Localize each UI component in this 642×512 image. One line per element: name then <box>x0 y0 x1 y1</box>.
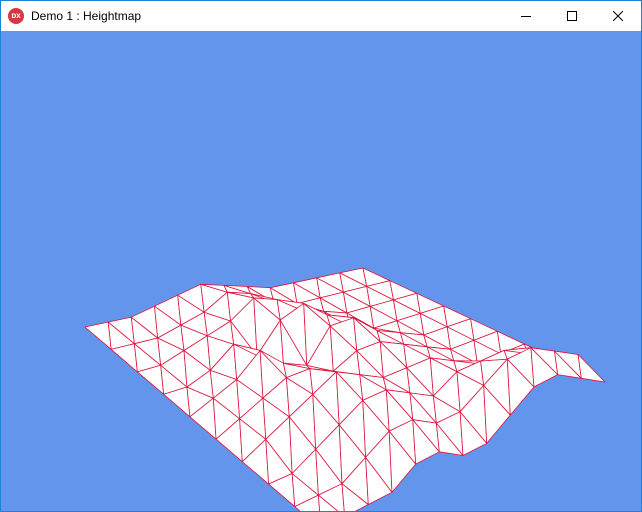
title-bar[interactable]: DX Demo 1 : Heightmap <box>1 1 641 31</box>
maximize-button[interactable] <box>549 1 595 31</box>
window-controls <box>503 1 641 31</box>
terrain-mesh <box>84 267 606 511</box>
heightmap-terrain <box>84 267 606 511</box>
terrain-triangle <box>577 354 606 383</box>
close-button[interactable] <box>595 1 641 31</box>
directx-icon: DX <box>8 8 24 24</box>
minimize-button[interactable] <box>503 1 549 31</box>
window-title: Demo 1 : Heightmap <box>31 9 142 23</box>
app-icon-text: DX <box>11 12 21 20</box>
render-viewport[interactable] <box>1 31 641 511</box>
minimize-icon <box>521 16 531 17</box>
maximize-icon <box>567 11 577 21</box>
terrain-triangle <box>84 321 112 350</box>
app-window: DX Demo 1 : Heightmap <box>0 0 642 512</box>
close-icon <box>613 11 623 21</box>
